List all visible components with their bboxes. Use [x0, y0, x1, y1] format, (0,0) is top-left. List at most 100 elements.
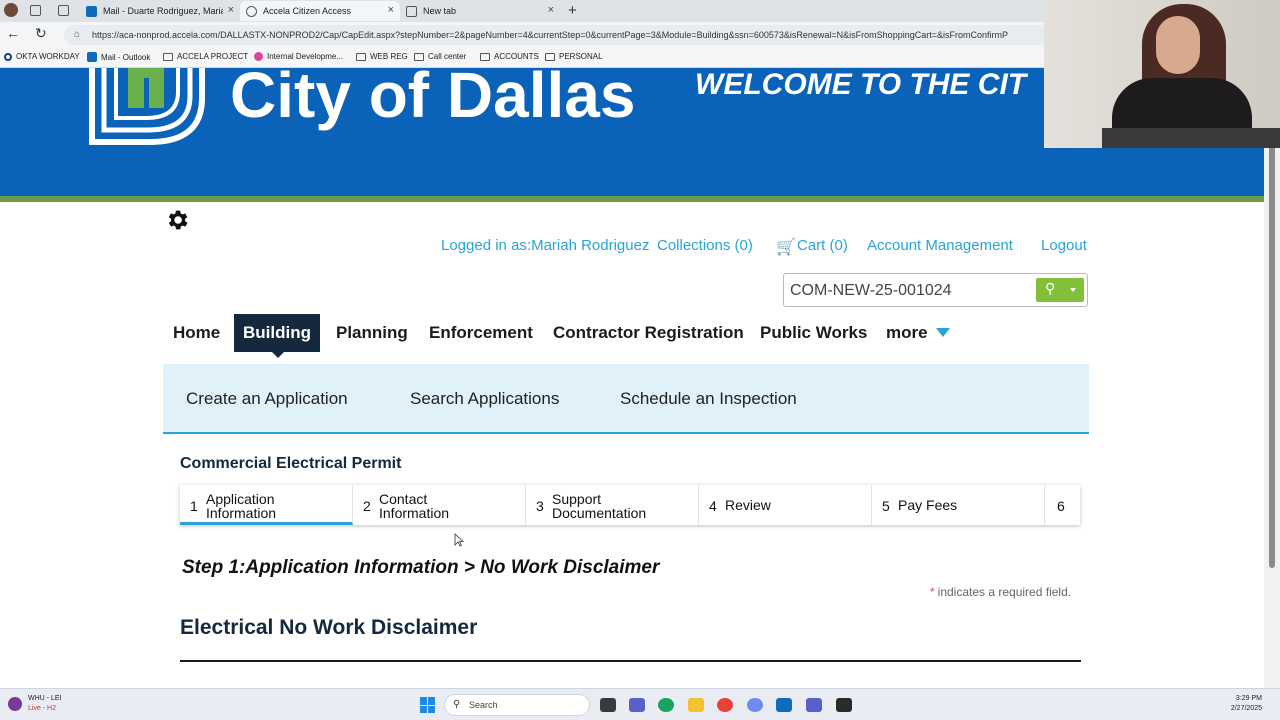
account-management-link[interactable]: Account Management [867, 237, 1013, 254]
tab-new[interactable]: New tab × [400, 1, 560, 21]
sticky-notes-icon[interactable] [836, 698, 852, 712]
step-number: 4 [709, 498, 717, 514]
close-icon[interactable]: × [388, 4, 394, 16]
welcome-text: WELCOME TO THE CIT [695, 68, 1027, 101]
collections-link[interactable]: Collections (0) [657, 237, 753, 254]
new-tab-button[interactable]: + [568, 2, 577, 19]
chevron-down-icon[interactable] [936, 328, 950, 337]
section-title: Electrical No Work Disclaimer [180, 616, 478, 639]
step-1[interactable]: 1 Application Information [180, 485, 353, 525]
tab-mail[interactable]: Mail - Duarte Rodriguez, Mariah × [80, 1, 240, 21]
bookmark-accounts[interactable]: ACCOUNTS [480, 52, 539, 61]
nav-building[interactable]: Building [234, 314, 320, 352]
outlook-icon [86, 5, 97, 17]
step-heading: Step 1:Application Information > No Work… [182, 557, 660, 578]
weather-line2: Live - H2 [28, 705, 57, 712]
folder-icon[interactable] [688, 698, 704, 712]
schedule-inspection-link[interactable]: Schedule an Inspection [620, 389, 797, 409]
folder-icon [545, 52, 555, 61]
step-number: 2 [363, 498, 371, 514]
weather-icon[interactable] [8, 697, 22, 711]
nav-more[interactable]: more [886, 314, 928, 352]
nav-home[interactable]: Home [173, 314, 220, 352]
city-logo[interactable] [88, 68, 208, 146]
global-search-input[interactable]: COM-NEW-25-001024 ⚲ [783, 273, 1088, 307]
step-3[interactable]: 3 Support Documentation [526, 485, 699, 525]
required-text: indicates a required field. [937, 585, 1072, 599]
close-icon[interactable]: × [228, 4, 234, 16]
step-label: Review [725, 497, 771, 513]
page-scrollbar[interactable] [1264, 68, 1280, 688]
nav-public-works[interactable]: Public Works [760, 314, 867, 352]
collections-icon[interactable] [30, 5, 41, 16]
step-number: 1 [190, 498, 198, 514]
outlook-icon[interactable] [776, 698, 792, 712]
active-caret [272, 352, 284, 358]
search-button[interactable]: ⚲ [1036, 278, 1084, 302]
tab-label: Mail - Duarte Rodriguez, Mariah [103, 6, 223, 16]
bookmark-label: Call center [428, 52, 467, 61]
folder-icon [163, 52, 173, 61]
chat-icon[interactable] [629, 698, 645, 712]
step-indicator: 1 Application Information 2 Contact Inform… [180, 485, 1080, 525]
logged-in-link[interactable]: Logged in as:Mariah Rodriguez [441, 237, 649, 254]
app-icon [254, 52, 263, 61]
tab-actions-icon[interactable] [58, 5, 69, 16]
tab-label: Accela Citizen Access [263, 6, 352, 16]
clock[interactable]: 3:29 PM 2/27/2025 [1222, 694, 1262, 714]
url-input[interactable]: ⌂ https://aca-nonprod.accela.com/DALLAST… [64, 25, 1054, 45]
page-icon [406, 5, 417, 17]
step-5[interactable]: 5 Pay Fees [872, 485, 1045, 525]
nav-contractor-registration[interactable]: Contractor Registration [553, 314, 744, 352]
create-application-link[interactable]: Create an Application [186, 389, 348, 409]
file-explorer-icon[interactable] [600, 698, 616, 712]
globe-icon [246, 5, 257, 17]
teams-icon[interactable] [806, 698, 822, 712]
step-label: Support Documentation [552, 491, 647, 521]
scrollbar-thumb[interactable] [1269, 138, 1275, 568]
bookmark-accela[interactable]: ACCELA PROJECT [163, 52, 248, 61]
bookmark-label: ACCELA PROJECT [177, 52, 249, 61]
chevron-down-icon[interactable] [1070, 288, 1076, 292]
folder-icon [414, 52, 424, 61]
close-icon[interactable]: × [548, 4, 554, 16]
cart-link[interactable]: Cart (0) [797, 237, 848, 254]
step-2[interactable]: 2 Contact Information [353, 485, 526, 525]
taskbar-search-label: Search [469, 700, 498, 710]
copilot-icon[interactable] [747, 698, 763, 712]
bookmark-personal[interactable]: PERSONAL [545, 52, 603, 61]
cart-icon[interactable]: 🛒 [776, 237, 796, 257]
bookmark-label: Internal Developme... [267, 52, 344, 61]
tab-accela[interactable]: Accela Citizen Access × [240, 1, 400, 21]
bookmark-label: Mail - Outlook [101, 52, 151, 62]
refresh-icon[interactable]: ↻ [35, 25, 47, 42]
sub-navigation: Create an Application Search Application… [163, 364, 1089, 434]
search-icon: ⚲ [453, 699, 461, 710]
bookmark-internal[interactable]: Internal Developme... [254, 52, 343, 61]
step-4[interactable]: 4 Review [699, 485, 872, 525]
logout-link[interactable]: Logout [1041, 237, 1087, 254]
bookmark-mail[interactable]: Mail - Outlook [87, 52, 150, 62]
gear-icon[interactable] [164, 207, 190, 233]
chrome-icon[interactable] [717, 698, 733, 712]
back-icon[interactable]: ← [6, 25, 20, 41]
nav-enforcement[interactable]: Enforcement [429, 314, 533, 352]
required-field-note: * indicates a required field. [930, 585, 1071, 599]
bookmark-label: PERSONAL [559, 52, 603, 61]
okta-icon [4, 52, 12, 61]
tab-label: New tab [423, 6, 457, 16]
edge-icon[interactable] [658, 698, 674, 712]
bookmark-webreg[interactable]: WEB REG [356, 52, 408, 61]
step-6[interactable]: 6 [1045, 485, 1080, 525]
bookmark-okta[interactable]: OKTA WORKDAY [4, 52, 80, 61]
outlook-icon [87, 52, 97, 62]
taskbar-search[interactable]: ⚲ Search [444, 694, 590, 716]
weather-widget[interactable]: WHU - LEI Live - H2 [28, 694, 61, 714]
mouse-cursor-icon [454, 533, 464, 547]
search-applications-link[interactable]: Search Applications [410, 389, 559, 409]
profile-avatar[interactable] [4, 3, 18, 17]
search-icon: ⚲ [1045, 280, 1056, 296]
windows-start-icon[interactable] [420, 697, 436, 713]
nav-planning[interactable]: Planning [336, 314, 408, 352]
bookmark-callcenter[interactable]: Call center [414, 52, 466, 61]
